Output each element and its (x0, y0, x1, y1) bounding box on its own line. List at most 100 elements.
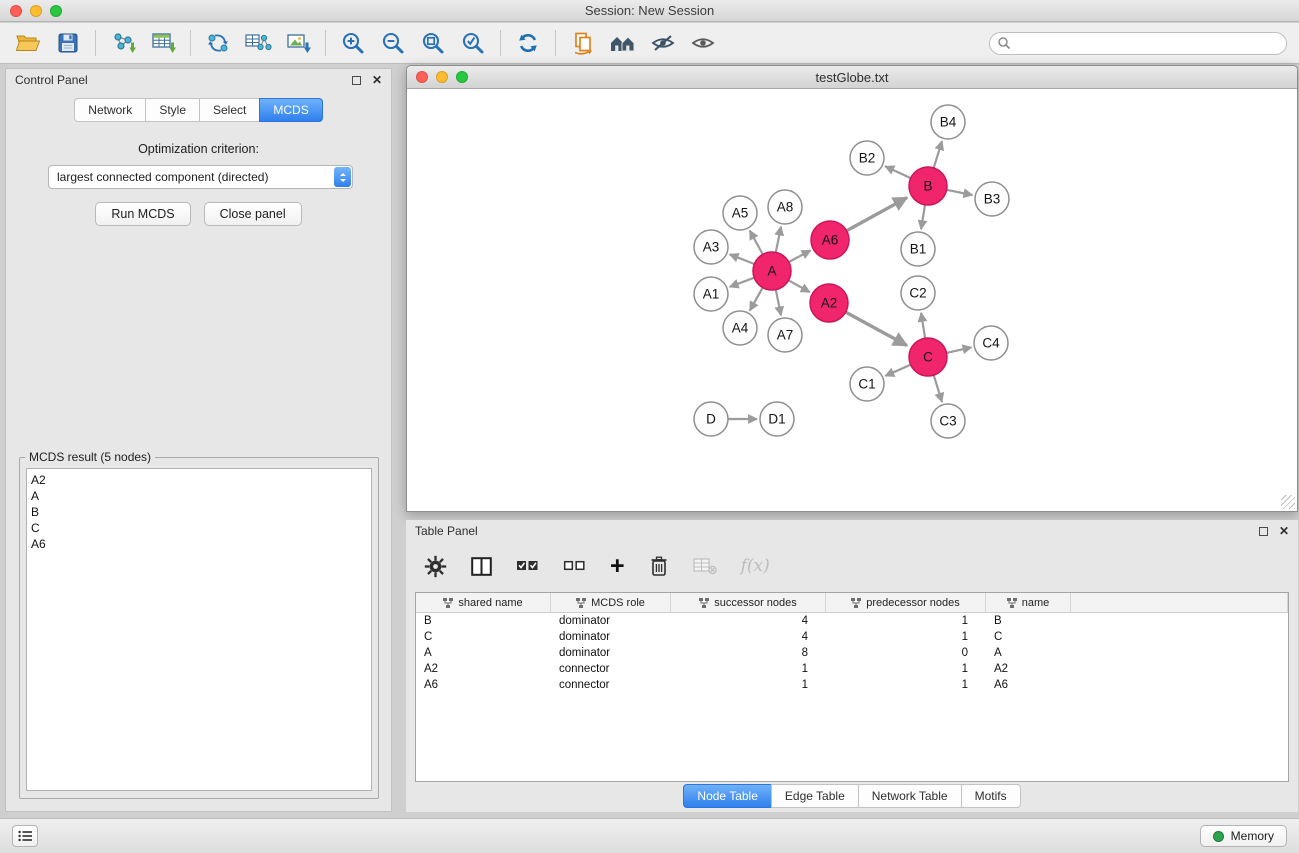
network-edge-A-A6[interactable] (789, 250, 811, 262)
result-item[interactable]: C (31, 520, 367, 536)
network-edge-B-B1[interactable] (921, 205, 925, 229)
network-edge-C-C1[interactable] (885, 365, 910, 376)
network-minimize-button[interactable] (436, 71, 448, 83)
tab-mcds[interactable]: MCDS (259, 98, 322, 122)
delete-table-button[interactable] (693, 557, 717, 575)
hide-details-button[interactable] (643, 26, 683, 60)
network-edge-A-A1[interactable] (730, 278, 755, 287)
function-builder-button[interactable]: f(x) (741, 556, 770, 576)
tab-network-table[interactable]: Network Table (858, 784, 961, 808)
network-node-B3[interactable]: B3 (975, 182, 1009, 216)
select-all-button[interactable] (516, 557, 539, 575)
zoom-in-button[interactable] (333, 26, 373, 60)
network-zoom-button[interactable] (456, 71, 468, 83)
tab-network[interactable]: Network (74, 98, 145, 122)
network-node-A5[interactable]: A5 (723, 196, 757, 230)
network-node-B1[interactable]: B1 (901, 232, 935, 266)
minimize-window-button[interactable] (30, 5, 42, 17)
import-network-from-file-button[interactable] (103, 26, 143, 60)
float-panel-icon[interactable] (1259, 527, 1268, 536)
birds-eye-view-button[interactable] (683, 26, 723, 60)
network-canvas[interactable]: B4B2BB3A5A8A6B1A3AC2A1A2A4A7C4CC1C3DD1 (408, 90, 1296, 510)
delete-column-button[interactable] (649, 555, 669, 577)
criterion-dropdown[interactable]: largest connected component (directed) (48, 165, 353, 189)
network-edge-A2-C[interactable] (846, 312, 907, 345)
network-edge-B-B3[interactable] (947, 190, 973, 195)
window-resize-grip[interactable] (1281, 495, 1295, 509)
result-item[interactable]: B (31, 504, 367, 520)
network-table-button[interactable] (238, 26, 278, 60)
result-item[interactable]: A6 (31, 536, 367, 552)
clone-network-button[interactable] (198, 26, 238, 60)
column-header-predecessor-nodes[interactable]: predecessor nodes (826, 593, 986, 612)
network-node-A6[interactable]: A6 (811, 221, 849, 259)
result-item[interactable]: A (31, 488, 367, 504)
tab-edge-table[interactable]: Edge Table (771, 784, 858, 808)
column-header-name[interactable]: name (986, 593, 1071, 612)
network-node-B[interactable]: B (909, 167, 947, 205)
add-column-button[interactable]: + (610, 554, 625, 579)
table-row[interactable]: Bdominator41B (416, 613, 1288, 629)
network-node-A7[interactable]: A7 (768, 318, 802, 352)
float-panel-icon[interactable] (352, 76, 361, 85)
deselect-all-button[interactable] (563, 557, 586, 575)
zoom-fit-button[interactable] (413, 26, 453, 60)
network-node-A4[interactable]: A4 (723, 311, 757, 345)
table-row[interactable]: A2connector11A2 (416, 661, 1288, 677)
zoom-window-button[interactable] (50, 5, 62, 17)
zoom-selected-button[interactable] (453, 26, 493, 60)
close-panel-icon[interactable]: ✕ (1279, 525, 1289, 537)
column-header-shared-name[interactable]: shared name (416, 593, 551, 612)
table-settings-button[interactable] (424, 555, 447, 578)
network-canvas-svg[interactable]: B4B2BB3A5A8A6B1A3AC2A1A2A4A7C4CC1C3DD1 (408, 90, 1296, 510)
network-edge-A-A3[interactable] (730, 254, 755, 264)
table-row[interactable]: Cdominator41C (416, 629, 1288, 645)
network-edge-C-C2[interactable] (921, 313, 925, 338)
network-edge-A-A2[interactable] (789, 280, 810, 292)
table-row[interactable]: A6connector11A6 (416, 677, 1288, 693)
import-table-from-file-button[interactable] (143, 26, 183, 60)
network-edge-B-B4[interactable] (934, 141, 942, 168)
network-close-button[interactable] (416, 71, 428, 83)
close-panel-icon[interactable]: ✕ (372, 74, 382, 86)
network-node-A2[interactable]: A2 (810, 284, 848, 322)
network-node-C3[interactable]: C3 (931, 404, 965, 438)
network-node-A8[interactable]: A8 (768, 190, 802, 224)
network-node-D1[interactable]: D1 (760, 402, 794, 436)
tab-style[interactable]: Style (145, 98, 199, 122)
memory-button[interactable]: Memory (1200, 825, 1287, 847)
network-node-C4[interactable]: C4 (974, 326, 1008, 360)
network-node-C2[interactable]: C2 (901, 276, 935, 310)
network-node-A1[interactable]: A1 (694, 277, 728, 311)
network-edge-C-C4[interactable] (947, 347, 972, 353)
export-image-button[interactable] (278, 26, 318, 60)
first-neighbors-button[interactable] (563, 26, 603, 60)
tab-motifs[interactable]: Motifs (961, 784, 1021, 808)
open-session-button[interactable] (8, 26, 48, 60)
network-edge-B-B2[interactable] (885, 166, 911, 178)
column-header-MCDS-role[interactable]: MCDS role (551, 593, 671, 612)
save-session-button[interactable] (48, 26, 88, 60)
result-item[interactable]: A2 (31, 472, 367, 488)
column-header-successor-nodes[interactable]: successor nodes (671, 593, 826, 612)
network-edge-A-A8[interactable] (776, 227, 781, 253)
network-node-B4[interactable]: B4 (931, 105, 965, 139)
network-node-B2[interactable]: B2 (850, 141, 884, 175)
network-edge-A-A7[interactable] (776, 290, 781, 316)
network-node-A[interactable]: A (753, 252, 791, 290)
search-input[interactable] (989, 32, 1287, 55)
mcds-result-list[interactable]: A2ABCA6 (26, 468, 372, 791)
network-edge-A-A4[interactable] (750, 288, 763, 311)
table-row[interactable]: Adominator80A (416, 645, 1288, 661)
network-node-C[interactable]: C (909, 338, 947, 376)
close-panel-button[interactable]: Close panel (204, 202, 302, 226)
zoom-out-button[interactable] (373, 26, 413, 60)
task-history-button[interactable] (12, 825, 38, 847)
network-edge-A-A5[interactable] (750, 231, 763, 255)
network-node-C1[interactable]: C1 (850, 367, 884, 401)
refresh-network-button[interactable] (508, 26, 548, 60)
close-window-button[interactable] (10, 5, 22, 17)
network-node-A3[interactable]: A3 (694, 230, 728, 264)
show-graphics-details-button[interactable] (603, 26, 643, 60)
tab-node-table[interactable]: Node Table (683, 784, 771, 808)
